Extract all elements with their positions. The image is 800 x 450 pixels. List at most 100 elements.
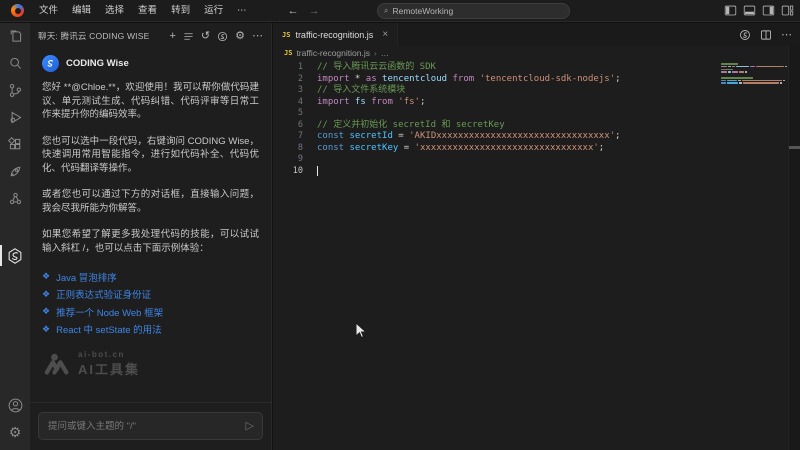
code-editor[interactable]: 12345678910 // 导入腾讯云云函数的 SDKimport * as … xyxy=(273,60,800,450)
assistant-name: CODING Wise xyxy=(66,58,129,69)
command-center-search[interactable]: ⌕ RemoteWorking xyxy=(377,3,570,19)
new-chat-icon[interactable]: + xyxy=(169,31,175,42)
example-link[interactable]: ❖ React 中 setState 的用法 xyxy=(42,321,259,339)
line-number: 9 xyxy=(273,154,303,166)
sparkle-icon: ❖ xyxy=(42,306,50,317)
code-line[interactable] xyxy=(317,166,710,178)
menu-item[interactable]: 查看 xyxy=(131,0,164,22)
line-number: 10 xyxy=(273,166,303,178)
search-view-icon[interactable] xyxy=(0,50,30,77)
toggle-panel-icon[interactable] xyxy=(743,4,756,17)
example-link[interactable]: ❖ Java 冒泡排序 xyxy=(42,268,259,286)
run-debug-icon[interactable] xyxy=(0,104,30,131)
line-number: 7 xyxy=(273,131,303,143)
editor-area: JS traffic-recognition.js × ⋯ JS traffic… xyxy=(273,23,800,450)
chat-paragraph: 如果您希望了解更多我处理代码的技能，可以试试输入斜杠 /，也可以点击下面示例体验… xyxy=(42,228,259,255)
menu-item[interactable]: 转到 xyxy=(164,0,197,22)
menu-bar: 文件编辑选择查看转到运行⋯ xyxy=(32,0,254,22)
breadcrumb-symbol[interactable]: … xyxy=(381,48,390,58)
line-number: 6 xyxy=(273,120,303,132)
chat-input[interactable] xyxy=(38,412,263,440)
nav-forward-icon[interactable]: → xyxy=(309,5,320,17)
example-link-text: Java 冒泡排序 xyxy=(56,270,117,284)
chat-panel-header: 聊天: 腾讯云 CODING WISE + ↺ ⚙ ⋯ xyxy=(30,23,271,49)
line-number: 1 xyxy=(273,62,303,74)
line-number: 5 xyxy=(273,108,303,120)
extensions-icon[interactable] xyxy=(0,131,30,158)
minimap[interactable] xyxy=(721,63,787,91)
code-line[interactable]: // 导入腾讯云云函数的 SDK xyxy=(317,62,710,74)
editor-more-icon[interactable]: ⋯ xyxy=(781,28,792,41)
menu-item[interactable]: 文件 xyxy=(32,0,65,22)
app-logo-icon xyxy=(11,4,24,17)
tab-bar: JS traffic-recognition.js × ⋯ xyxy=(273,23,800,46)
code-line[interactable]: import fs from 'fs'; xyxy=(317,97,710,109)
settings-gear-icon[interactable]: ⚙ xyxy=(0,419,30,446)
sparkle-icon: ❖ xyxy=(42,289,50,300)
code-lines[interactable]: // 导入腾讯云云函数的 SDKimport * as tencentcloud… xyxy=(317,62,710,177)
chat-message-area[interactable]: CODING Wise 您好 **@Chloe.**，欢迎使用！我可以帮你做代码… xyxy=(30,49,271,402)
menu-item[interactable]: ⋯ xyxy=(230,0,254,22)
chat-input-area: ▷ xyxy=(30,402,271,450)
text-cursor xyxy=(317,166,318,176)
sparkle-icon: ❖ xyxy=(42,271,50,282)
chat-more-icon[interactable]: ⋯ xyxy=(252,31,263,42)
chat-paragraph: 您好 **@Chloe.**，欢迎使用！我可以帮你做代码建议、单元测试生成、代码… xyxy=(42,81,259,122)
history-icon[interactable]: ↺ xyxy=(201,31,210,42)
code-line[interactable]: const secretKey = 'xxxxxxxxxxxxxxxxxxxxx… xyxy=(317,143,710,155)
send-icon[interactable]: ▷ xyxy=(246,419,254,432)
chat-sidebar: 聊天: 腾讯云 CODING WISE + ↺ ⚙ ⋯ CODING Wise … xyxy=(30,23,272,450)
editor-scrollbar[interactable] xyxy=(788,46,800,450)
line-number-gutter: 12345678910 xyxy=(273,62,303,177)
code-line[interactable]: // 定义并初始化 secretId 和 secretKey xyxy=(317,120,710,132)
code-line[interactable]: import * as tencentcloud from 'tencentcl… xyxy=(317,74,710,86)
example-link[interactable]: ❖ 推荐一个 Node Web 框架 xyxy=(42,303,259,321)
chat-list-icon[interactable] xyxy=(183,31,194,42)
source-control-icon[interactable] xyxy=(0,77,30,104)
activity-bar: ⚙ xyxy=(0,23,30,450)
line-number: 3 xyxy=(273,85,303,97)
split-editor-icon[interactable] xyxy=(760,29,772,41)
sparkle-icon: ❖ xyxy=(42,324,50,335)
breadcrumb-file[interactable]: traffic-recognition.js xyxy=(296,48,370,58)
code-line[interactable] xyxy=(317,108,710,120)
tab-traffic-recognition[interactable]: JS traffic-recognition.js × xyxy=(273,23,398,46)
search-icon: ⌕ xyxy=(384,6,388,16)
js-file-icon: JS xyxy=(282,31,290,39)
code-line[interactable]: const secretId = 'AKIDxxxxxxxxxxxxxxxxxx… xyxy=(317,131,710,143)
example-link-text: 推荐一个 Node Web 框架 xyxy=(56,305,163,319)
code-line[interactable]: // 导入文件系统模块 xyxy=(317,85,710,97)
toggle-sidebar-icon[interactable] xyxy=(724,4,737,17)
code-line[interactable] xyxy=(317,154,710,166)
line-number: 2 xyxy=(273,74,303,86)
nav-back-icon[interactable]: ← xyxy=(288,5,299,17)
account-icon[interactable] xyxy=(0,392,30,419)
watermark: ai-bot.cn AI工具集 xyxy=(44,350,259,378)
example-link-text: 正则表达式验证身份证 xyxy=(56,287,151,301)
example-link-text: React 中 setState 的用法 xyxy=(56,322,162,336)
line-number: 4 xyxy=(273,97,303,109)
rocket-plugin-icon[interactable] xyxy=(0,158,30,185)
wise-run-icon[interactable] xyxy=(739,29,751,41)
breadcrumb-separator-icon: › xyxy=(374,49,377,58)
breadcrumb[interactable]: JS traffic-recognition.js › … xyxy=(273,46,800,60)
chat-paragraphs: 您好 **@Chloe.**，欢迎使用！我可以帮你做代码建议、单元测试生成、代码… xyxy=(42,81,259,255)
coding-wise-view-icon[interactable] xyxy=(0,242,30,269)
line-number: 8 xyxy=(273,143,303,155)
js-file-icon: JS xyxy=(284,49,292,57)
customize-layout-icon[interactable] xyxy=(781,4,794,17)
menu-item[interactable]: 编辑 xyxy=(65,0,98,22)
cloud-org-icon[interactable] xyxy=(0,185,30,212)
chat-settings-icon[interactable]: ⚙ xyxy=(235,31,245,42)
watermark-line1: ai-bot.cn xyxy=(78,350,140,359)
tab-close-icon[interactable]: × xyxy=(382,29,388,40)
example-link[interactable]: ❖ 正则表达式验证身份证 xyxy=(42,286,259,304)
menu-item[interactable]: 运行 xyxy=(197,0,230,22)
explorer-icon[interactable] xyxy=(0,23,30,50)
chat-paragraph: 或者您也可以通过下方的对话框，直接输入问题，我会尽我所能为你解答。 xyxy=(42,188,259,215)
assistant-avatar xyxy=(42,55,59,72)
wise-mode-icon[interactable] xyxy=(217,31,228,42)
watermark-logo-icon xyxy=(44,353,70,375)
toggle-secondary-sidebar-icon[interactable] xyxy=(762,4,775,17)
menu-item[interactable]: 选择 xyxy=(98,0,131,22)
